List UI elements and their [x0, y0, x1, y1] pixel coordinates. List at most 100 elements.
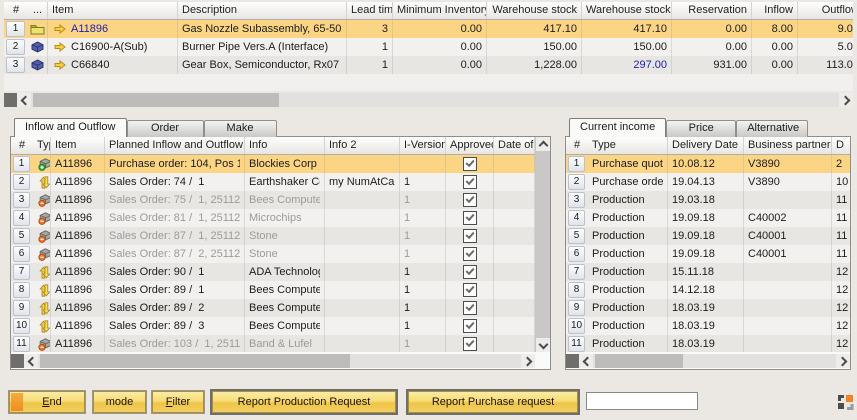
scrollbar-track[interactable] [31, 93, 839, 107]
table-row[interactable]: 7A11896Sales Order: 90 / 1ADA Technologi… [11, 263, 535, 281]
table-row[interactable]: 6A11896Sales Order: 87 / 2, 2511218Stone… [11, 245, 535, 263]
approved-checkbox[interactable] [463, 211, 477, 225]
items-table-hscrollbar[interactable] [4, 93, 853, 107]
table-row[interactable]: 5A11896Sales Order: 87 / 1, 2511218Stone… [11, 227, 535, 245]
table-row[interactable]: 10Production18.03.1912 [566, 317, 850, 335]
tab-order[interactable]: Order [127, 120, 204, 137]
approved-checkbox[interactable] [463, 229, 477, 243]
flows-table-vscrollbar[interactable] [535, 137, 550, 352]
scroll-up-button[interactable] [536, 137, 550, 151]
approved-checkbox[interactable] [463, 175, 477, 189]
table-row[interactable]: 10A11896Sales Order: 89 / 3Bees Computer… [11, 317, 535, 335]
table-row[interactable]: 8Production14.12.1812 [566, 281, 850, 299]
table-row[interactable]: 1A11896Purchase order: 104, Pos 1Blockie… [11, 155, 535, 173]
table-row[interactable]: 6Production19.09.18C4000111 [566, 245, 850, 263]
approved-checkbox[interactable] [463, 319, 477, 333]
column-header-appr[interactable]: Approved [446, 137, 494, 154]
table-row[interactable]: 3A11896Sales Order: 75 / 1, 2511218Bees … [11, 191, 535, 209]
column-header-mininv[interactable]: Minimum Inventory [393, 2, 487, 19]
table-row[interactable]: 8A11896Sales Order: 89 / 1Bees Computers… [11, 281, 535, 299]
scrollbar-track[interactable] [38, 354, 521, 368]
scroll-left-button[interactable] [17, 93, 31, 107]
column-header-info[interactable]: Info [245, 137, 325, 154]
scroll-right-button[interactable] [836, 354, 850, 368]
resize-grip-icon[interactable] [837, 394, 854, 411]
table-row[interactable]: 4Production19.09.18C4000211 [566, 209, 850, 227]
column-header-num[interactable]: # [11, 137, 33, 154]
column-header-type[interactable]: Type [588, 137, 668, 154]
table-row[interactable]: 3Production19.03.1811 [566, 191, 850, 209]
table-row[interactable]: 11Production18.03.1912 [566, 335, 850, 352]
table-row[interactable]: 1A11896Gas Nozzle Subassembly, 65-502543… [4, 20, 853, 38]
table-row[interactable]: 2A11896Sales Order: 74 / 1Earthshaker Co… [11, 173, 535, 191]
scrollbar-thumb[interactable] [40, 354, 350, 368]
table-row[interactable]: 1Purchase quotation10.08.12V38902 [566, 155, 850, 173]
column-header-item[interactable]: Item [48, 2, 178, 19]
scroll-left-button[interactable] [579, 354, 593, 368]
income-table-hscrollbar[interactable] [566, 354, 850, 368]
report-purchase-request-button[interactable]: Report Purchase request [408, 391, 578, 413]
column-header-desc[interactable]: Description [178, 2, 347, 19]
cell-lead: 3 [347, 20, 393, 38]
tab-current-income[interactable]: Current income [569, 118, 666, 137]
approved-checkbox[interactable] [463, 283, 477, 297]
arrow-right-icon [52, 59, 67, 72]
column-header-planned[interactable]: Planned Inflow and Outflow [105, 137, 245, 154]
table-row[interactable]: 5Production19.09.18C4000111 [566, 227, 850, 245]
table-row[interactable]: 9Production18.03.1912 [566, 299, 850, 317]
table-row[interactable]: 9A11896Sales Order: 89 / 2Bees Computers… [11, 299, 535, 317]
tab-price[interactable]: Price [666, 120, 736, 137]
flows-table-hscrollbar[interactable] [11, 354, 535, 368]
approved-checkbox[interactable] [463, 157, 477, 171]
approved-checkbox[interactable] [463, 247, 477, 261]
scrollbar-thumb[interactable] [33, 93, 279, 107]
tab-make[interactable]: Make [204, 120, 277, 137]
column-header-ws2[interactable]: Warehouse stock [582, 2, 672, 19]
scroll-right-button[interactable] [839, 93, 853, 107]
approved-checkbox[interactable] [463, 337, 477, 351]
scrollbar-track[interactable] [536, 151, 550, 338]
approved-checkbox[interactable] [463, 265, 477, 279]
tab-inflow-and-outflow[interactable]: Inflow and Outflow [14, 118, 127, 137]
table-row[interactable]: 3C66840Gear Box, Semiconductor, Rx0710.0… [4, 56, 853, 74]
tab-alternative[interactable]: Alternative [736, 120, 808, 137]
column-header-inflow[interactable]: Inflow [752, 2, 798, 19]
scrollbar-corner [11, 354, 24, 368]
table-row[interactable]: 4A11896Sales Order: 81 / 1, 2511218Micro… [11, 209, 535, 227]
column-header-info2[interactable]: Info 2 [325, 137, 400, 154]
approved-checkbox[interactable] [463, 193, 477, 207]
cell-ddate: 18.03.19 [668, 299, 744, 317]
value-input[interactable] [586, 392, 698, 410]
table-row[interactable]: 2Purchase order19.04.13V389010 [566, 173, 850, 191]
column-header-num[interactable]: # [4, 2, 28, 19]
approved-checkbox[interactable] [463, 301, 477, 315]
column-header-iver[interactable]: I-Version [400, 137, 446, 154]
column-header-num[interactable]: # [566, 137, 588, 154]
table-row[interactable]: 2C16900-A(Sub)Burner Pipe Vers.A (Interf… [4, 38, 853, 56]
filter-button[interactable]: Filter [152, 391, 204, 413]
column-header-dateord[interactable]: Date of or [494, 137, 535, 154]
scrollbar-thumb[interactable] [536, 151, 550, 338]
scroll-down-button[interactable] [536, 338, 550, 352]
column-header-resv[interactable]: Reservation [672, 2, 752, 19]
column-header-icon[interactable]: ... [28, 2, 48, 19]
scroll-right-button[interactable] [521, 354, 535, 368]
column-header-d[interactable]: D [832, 137, 850, 154]
mode-button[interactable]: mode [93, 391, 146, 413]
table-row[interactable]: 7Production15.11.1812 [566, 263, 850, 281]
scroll-left-button[interactable] [24, 354, 38, 368]
table-header-row: #TypItemPlanned Inflow and OutflowInfoIn… [11, 137, 535, 155]
scrollbar-track[interactable] [593, 354, 836, 368]
column-header-typ[interactable]: Typ [33, 137, 51, 154]
end-button[interactable]: End [9, 391, 85, 413]
report-production-request-button[interactable]: Report Production Request [212, 391, 396, 413]
scrollbar-thumb[interactable] [595, 354, 683, 368]
column-header-item[interactable]: Item [51, 137, 105, 154]
table-row[interactable]: 11A11896Sales Order: 103 / 1, 2511218Ban… [11, 335, 535, 352]
column-header-ws1[interactable]: Warehouse stock [487, 2, 582, 19]
column-header-bp[interactable]: Business partner [744, 137, 832, 154]
column-header-ddate[interactable]: Delivery Date [668, 137, 744, 154]
column-header-lead[interactable]: Lead time [347, 2, 393, 19]
column-header-outflow[interactable]: Outflow [798, 2, 853, 19]
chevron-left-icon [20, 95, 30, 105]
